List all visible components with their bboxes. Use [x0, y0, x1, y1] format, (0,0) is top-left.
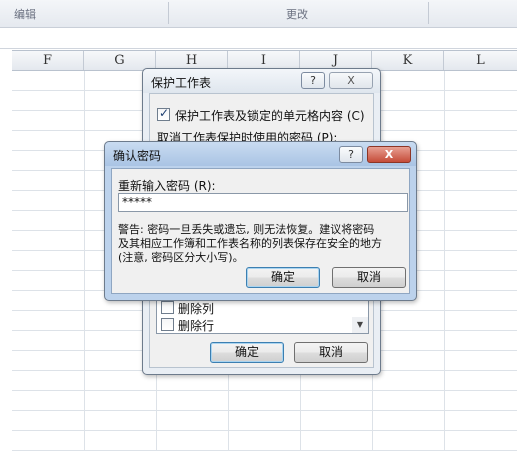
column-header[interactable]: K — [372, 51, 444, 70]
ribbon-strip: 编辑 更改 — [0, 0, 517, 28]
close-icon: X — [384, 148, 394, 161]
cancel-button[interactable]: 取消 — [332, 267, 406, 288]
cancel-button[interactable]: 取消 — [294, 342, 368, 363]
protect-dialog-titlebar[interactable]: 保护工作表 ? X — [143, 69, 380, 93]
reenter-password-input[interactable]: ***** — [118, 193, 408, 212]
confirm-dialog-titlebar[interactable]: 确认密码 ? X — [105, 142, 416, 166]
confirm-password-dialog: 确认密码 ? X 重新输入密码 (R): ***** 警告: 密码一旦丢失或遗忘… — [104, 141, 417, 301]
grid-column-line — [84, 71, 85, 451]
list-item-checkbox[interactable] — [161, 301, 174, 314]
close-button[interactable]: X — [329, 72, 373, 89]
reenter-password-label: 重新输入密码 (R): — [118, 179, 216, 193]
ribbon-separator — [428, 2, 429, 24]
ribbon-separator — [168, 2, 169, 24]
ribbon-group-label-edit: 编辑 — [14, 8, 36, 21]
protect-dialog-title: 保护工作表 — [151, 76, 212, 90]
confirm-dialog-body: 重新输入密码 (R): ***** 警告: 密码一旦丢失或遗忘, 则无法恢复。建… — [111, 168, 410, 294]
scroll-down-icon[interactable]: ▼ — [352, 317, 368, 333]
protect-sheet-checkbox-label: 保护工作表及锁定的单元格内容 (C) — [175, 109, 365, 123]
confirm-dialog-title: 确认密码 — [113, 149, 162, 163]
close-icon: X — [347, 74, 355, 87]
warning-text-line-3: (注意, 密码区分大小写)。 — [118, 251, 244, 264]
grid-column-line — [444, 71, 445, 451]
help-icon: ? — [348, 148, 354, 161]
ok-button[interactable]: 确定 — [246, 267, 320, 288]
close-button[interactable]: X — [367, 146, 411, 163]
list-item-checkbox[interactable] — [161, 318, 174, 331]
help-button[interactable]: ? — [339, 146, 363, 163]
formula-bar-area — [0, 29, 517, 49]
help-button[interactable]: ? — [301, 72, 325, 89]
protect-sheet-checkbox[interactable] — [157, 106, 170, 121]
ok-button[interactable]: 确定 — [210, 342, 284, 363]
list-item-label: 删除行 — [178, 319, 215, 333]
help-icon: ? — [310, 74, 316, 87]
ribbon-group-label-changes: 更改 — [286, 8, 308, 21]
list-item-label: 删除列 — [178, 302, 215, 316]
column-header[interactable]: F — [12, 51, 84, 70]
column-header[interactable]: L — [444, 51, 517, 70]
permissions-list[interactable]: 删除列 删除行 ▼ — [156, 298, 369, 334]
